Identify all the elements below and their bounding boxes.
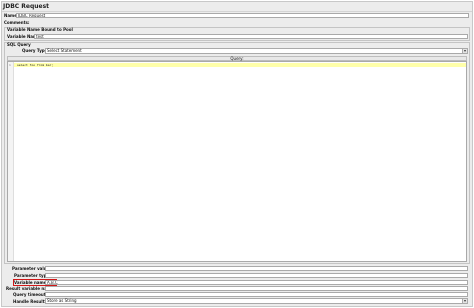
current-line-highlight	[14, 63, 466, 67]
parameter-types-field[interactable]	[45, 273, 468, 278]
line-number-gutter	[8, 62, 14, 261]
variable-name-field[interactable]: test	[34, 34, 468, 39]
sql-code-line[interactable]: select foo from bar;	[17, 63, 53, 67]
name-field[interactable]: JDBC Request	[16, 13, 469, 18]
parameter-values-field[interactable]	[45, 266, 468, 271]
sql-query-editor[interactable]: 1 select foo from bar;	[7, 61, 467, 262]
query-type-select[interactable]: Select Statement ▾	[45, 48, 468, 54]
title-divider	[2, 11, 472, 12]
chevron-down-icon[interactable]: ▾	[462, 49, 467, 53]
line-number: 1	[9, 63, 11, 67]
query-timeout-field[interactable]	[45, 292, 468, 297]
panel-title: JDBC Request	[3, 3, 50, 10]
variable-names-field[interactable]: A,B,C	[45, 280, 468, 285]
handle-resultset-value: Store as String	[47, 298, 77, 303]
comments-field[interactable]	[27, 20, 469, 25]
result-variable-field[interactable]	[45, 286, 468, 291]
pool-section-label: Variable Name Bound to Pool	[7, 27, 73, 32]
query-type-value: Select Statement	[47, 48, 82, 53]
chevron-down-icon[interactable]: ▾	[462, 299, 467, 303]
sql-section-label: SQL Query	[7, 42, 31, 47]
comments-label: Comments:	[4, 20, 30, 25]
handle-resultset-select[interactable]: Store as String ▾	[45, 298, 468, 304]
